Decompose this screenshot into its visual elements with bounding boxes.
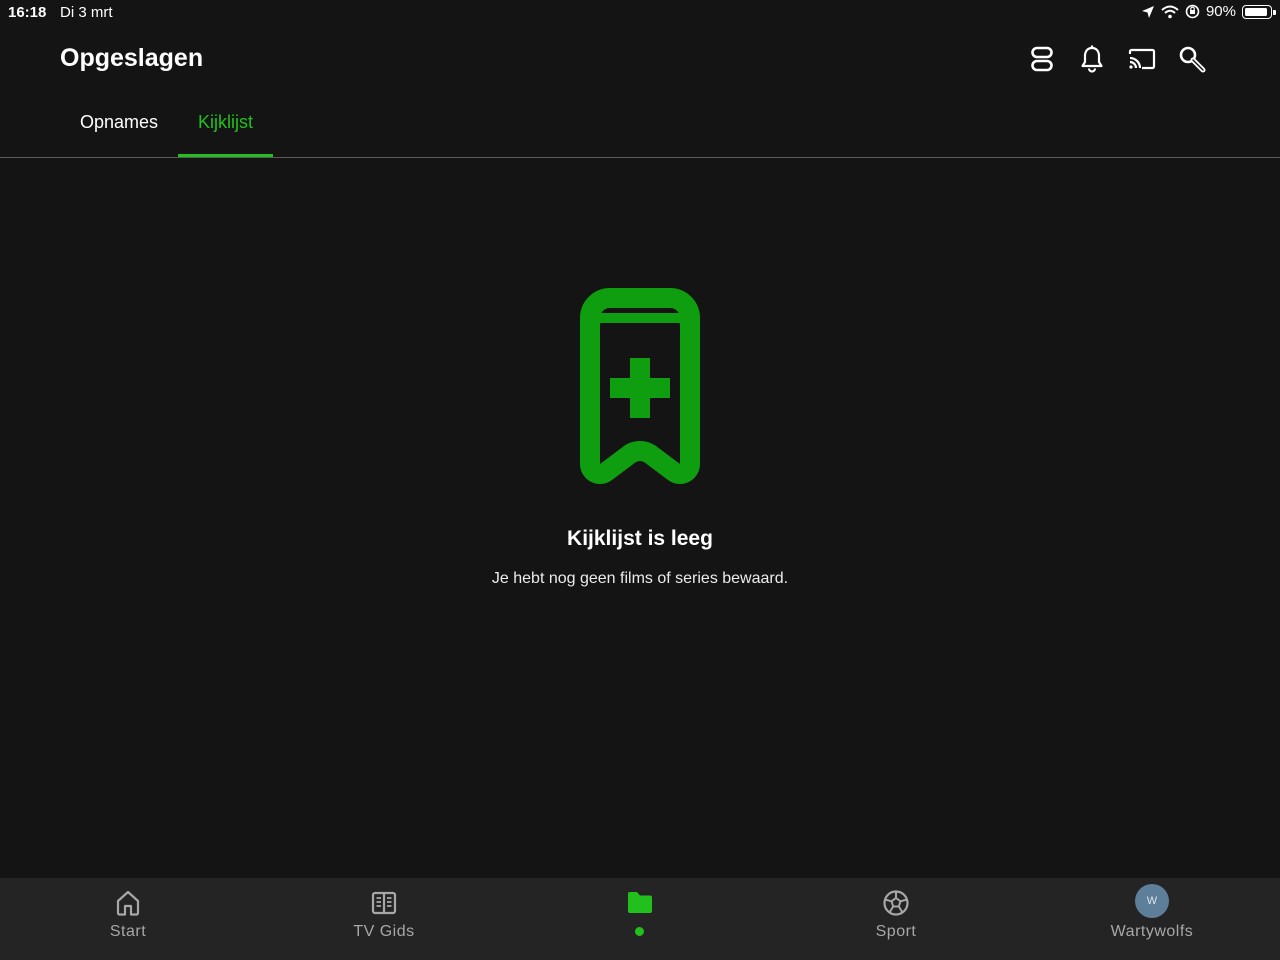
notifications-button[interactable] [1074,44,1110,78]
bottom-nav: Start TV Gids Sport W Wartywolfs [0,878,1280,960]
home-icon [0,889,256,917]
nav-start-label: Start [109,923,147,940]
battery-icon [1242,4,1276,19]
status-bar: 16:18 Di 3 mrt 90% [0,0,1280,26]
storage-icon [1030,46,1054,77]
book-icon [256,889,512,917]
tab-kijklijst[interactable]: Kijklijst [178,102,274,158]
tab-bar: Opnames Kijklijst [60,102,274,158]
tab-opnames[interactable]: Opnames [60,102,178,158]
soccer-ball-icon [768,889,1024,917]
search-icon [1178,45,1206,78]
battery-level [1245,7,1267,16]
search-button[interactable] [1174,44,1210,78]
page-title: Opgeslagen [60,44,204,72]
nav-sport-label: Sport [875,923,917,940]
nav-opgeslagen[interactable] [512,878,768,960]
battery-nub [1273,9,1276,15]
orientation-lock-icon [1185,4,1200,19]
folder-icon [512,889,768,915]
nav-sport[interactable]: Sport [768,878,1024,960]
battery-percent: 90% [1205,3,1236,20]
avatar-wrapper: W [1024,884,1280,918]
bookmark-add-icon [578,286,702,495]
app-screen: 16:18 Di 3 mrt 90% Opgeslagen Opnames Ki… [0,0,1280,960]
empty-state-title: Kijklijst is leeg [567,527,713,550]
location-arrow-icon [1141,5,1155,19]
status-time: 16:18 [8,4,47,21]
header-actions [1024,44,1210,78]
avatar: W [1135,884,1169,918]
tab-divider [0,157,1280,158]
status-date: Di 3 mrt [60,4,113,21]
nav-tv-gids-label: TV Gids [353,923,415,940]
cast-icon [1127,47,1157,76]
nav-profile[interactable]: W Wartywolfs [1024,878,1280,960]
nav-tv-gids[interactable]: TV Gids [256,878,512,960]
nav-profile-label: Wartywolfs [1110,923,1194,940]
cast-button[interactable] [1124,44,1160,78]
active-indicator-dot [635,927,644,936]
nav-start[interactable]: Start [0,878,256,960]
empty-state-subtitle: Je hebt nog geen films of series bewaard… [491,570,789,587]
bell-icon [1080,45,1104,78]
wifi-icon [1161,5,1179,19]
status-indicators: 90% [1141,3,1276,20]
storage-button[interactable] [1024,44,1060,78]
